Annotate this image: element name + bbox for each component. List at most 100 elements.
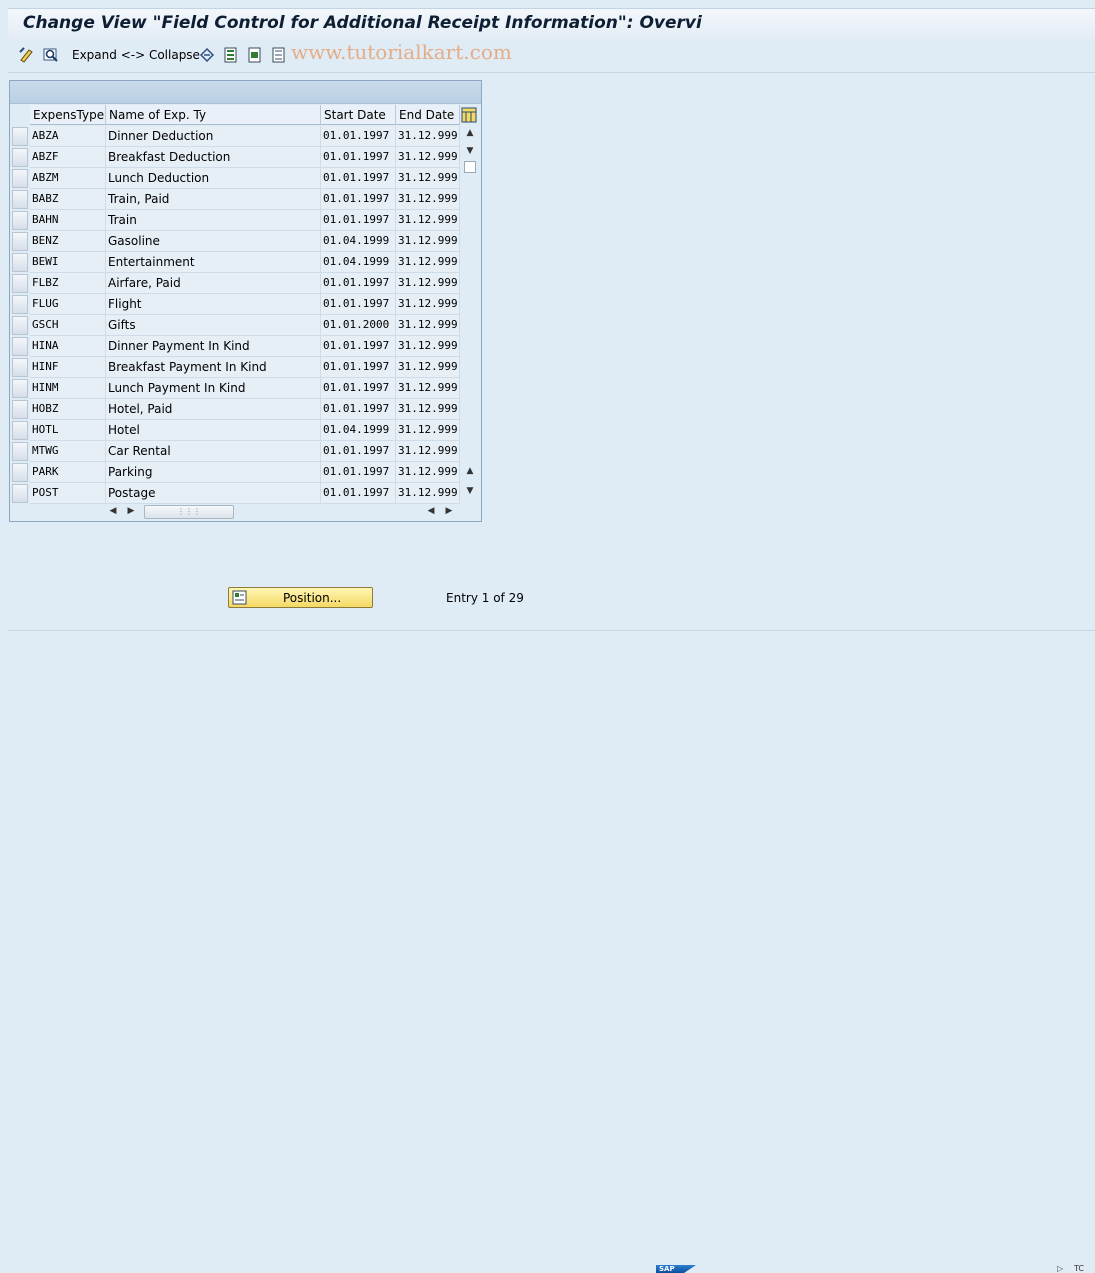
column-header-name[interactable]: Name of Exp. Ty (106, 105, 321, 125)
cell-end-date: 31.12.999 (396, 462, 460, 483)
cell-expense-name: Parking (106, 462, 321, 483)
row-selector[interactable] (12, 463, 28, 482)
find-icon[interactable] (42, 46, 60, 64)
cell-end-date: 31.12.999 (396, 168, 460, 189)
cell-expense-type: HINF (30, 357, 106, 378)
cell-end-date: 31.12.999 (396, 315, 460, 336)
undo-icon[interactable] (198, 46, 216, 64)
table-control: ExpensType Name of Exp. Ty Start Date En… (9, 80, 482, 522)
cell-start-date: 01.04.1999 (321, 231, 396, 252)
cell-start-date: 01.01.1997 (321, 210, 396, 231)
cell-start-date: 01.01.1997 (321, 294, 396, 315)
scroll-page-down-icon[interactable]: ▼ (464, 485, 476, 497)
cell-start-date: 01.01.1997 (321, 378, 396, 399)
cell-start-date: 01.04.1999 (321, 420, 396, 441)
row-selector[interactable] (12, 253, 28, 272)
horizontal-scroll-thumb[interactable]: ⋮⋮⋮ (144, 505, 234, 519)
cell-expense-name: Dinner Payment In Kind (106, 336, 321, 357)
cell-expense-type: BABZ (30, 189, 106, 210)
row-selector[interactable] (12, 211, 28, 230)
row-selector[interactable] (12, 169, 28, 188)
cell-expense-name: Hotel (106, 420, 321, 441)
status-triangle-icon[interactable]: ▷ (1057, 1265, 1065, 1273)
row-selector[interactable] (12, 421, 28, 440)
cell-expense-name: Airfare, Paid (106, 273, 321, 294)
table-title-strip (10, 81, 481, 104)
cell-expense-type: MTWG (30, 441, 106, 462)
row-selector[interactable] (12, 316, 28, 335)
row-selector[interactable] (12, 484, 28, 503)
cell-expense-name: Car Rental (106, 441, 321, 462)
cell-expense-type: BENZ (30, 231, 106, 252)
cell-start-date: 01.01.1997 (321, 147, 396, 168)
cell-start-date: 01.01.2000 (321, 315, 396, 336)
column-header-start-date[interactable]: Start Date (321, 105, 396, 125)
cell-expense-type: HOTL (30, 420, 106, 441)
row-selector[interactable] (12, 148, 28, 167)
cell-start-date: 01.01.1997 (321, 483, 396, 504)
cell-start-date: 01.01.1997 (321, 441, 396, 462)
cell-expense-name: Gasoline (106, 231, 321, 252)
position-button[interactable]: Position... (228, 587, 373, 608)
table-settings-icon[interactable] (461, 107, 477, 123)
cell-expense-type: FLUG (30, 294, 106, 315)
row-selector[interactable] (12, 442, 28, 461)
cell-expense-type: POST (30, 483, 106, 504)
cell-start-date: 01.01.1997 (321, 399, 396, 420)
cell-expense-type: ABZA (30, 126, 106, 147)
scroll-right-icon[interactable]: ▶ (124, 503, 138, 519)
cell-expense-type: ABZM (30, 168, 106, 189)
cell-expense-name: Postage (106, 483, 321, 504)
cell-start-date: 01.01.1997 (321, 273, 396, 294)
page-title: Change View "Field Control for Additiona… (23, 13, 702, 33)
cell-expense-type: HINM (30, 378, 106, 399)
cell-end-date: 31.12.999 (396, 189, 460, 210)
row-selector[interactable] (12, 232, 28, 251)
expand-collapse-button[interactable]: Expand <-> Collapse (72, 48, 200, 62)
scroll-left-2-icon[interactable]: ◀ (424, 503, 438, 519)
cell-expense-name: Dinner Deduction (106, 126, 321, 147)
cell-expense-name: Train, Paid (106, 189, 321, 210)
row-selector[interactable] (12, 190, 28, 209)
entry-counter: Entry 1 of 29 (446, 591, 524, 605)
cell-end-date: 31.12.999 (396, 441, 460, 462)
deselect-all-icon[interactable] (270, 46, 288, 64)
cell-end-date: 31.12.999 (396, 483, 460, 504)
cell-expense-type: GSCH (30, 315, 106, 336)
main-content: ExpensType Name of Exp. Ty Start Date En… (8, 74, 1095, 631)
position-button-label: Position... (283, 591, 342, 605)
cell-end-date: 31.12.999 (396, 336, 460, 357)
row-selector[interactable] (12, 400, 28, 419)
status-bar: SAP ▷ TC (0, 631, 1095, 1273)
select-all-icon[interactable] (222, 46, 240, 64)
scroll-right-2-icon[interactable]: ▶ (442, 503, 456, 519)
row-selector[interactable] (12, 295, 28, 314)
sap-logo: SAP (656, 1265, 696, 1273)
cell-end-date: 31.12.999 (396, 294, 460, 315)
column-header-end-date[interactable]: End Date (396, 105, 460, 125)
position-icon (232, 590, 247, 605)
row-selector[interactable] (12, 127, 28, 146)
row-selector[interactable] (12, 274, 28, 293)
scroll-left-icon[interactable]: ◀ (106, 503, 120, 519)
cell-start-date: 01.01.1997 (321, 336, 396, 357)
row-selector[interactable] (12, 358, 28, 377)
scroll-page-up-icon[interactable]: ▲ (464, 465, 476, 477)
cell-end-date: 31.12.999 (396, 252, 460, 273)
cell-expense-name: Lunch Payment In Kind (106, 378, 321, 399)
cell-start-date: 01.01.1997 (321, 168, 396, 189)
column-header-expense-type[interactable]: ExpensType (30, 105, 106, 125)
scroll-up-icon[interactable]: ▲ (464, 127, 476, 139)
vertical-scroll-thumb[interactable] (464, 161, 476, 173)
cell-end-date: 31.12.999 (396, 420, 460, 441)
row-selector[interactable] (12, 337, 28, 356)
row-selector[interactable] (12, 379, 28, 398)
cell-end-date: 31.12.999 (396, 147, 460, 168)
cell-expense-name: Train (106, 210, 321, 231)
display-change-icon[interactable] (18, 46, 36, 64)
cell-expense-name: Breakfast Payment In Kind (106, 357, 321, 378)
title-bar: Change View "Field Control for Additiona… (8, 8, 1095, 41)
scroll-down-icon[interactable]: ▼ (464, 145, 476, 157)
cell-expense-name: Hotel, Paid (106, 399, 321, 420)
select-block-icon[interactable] (246, 46, 264, 64)
